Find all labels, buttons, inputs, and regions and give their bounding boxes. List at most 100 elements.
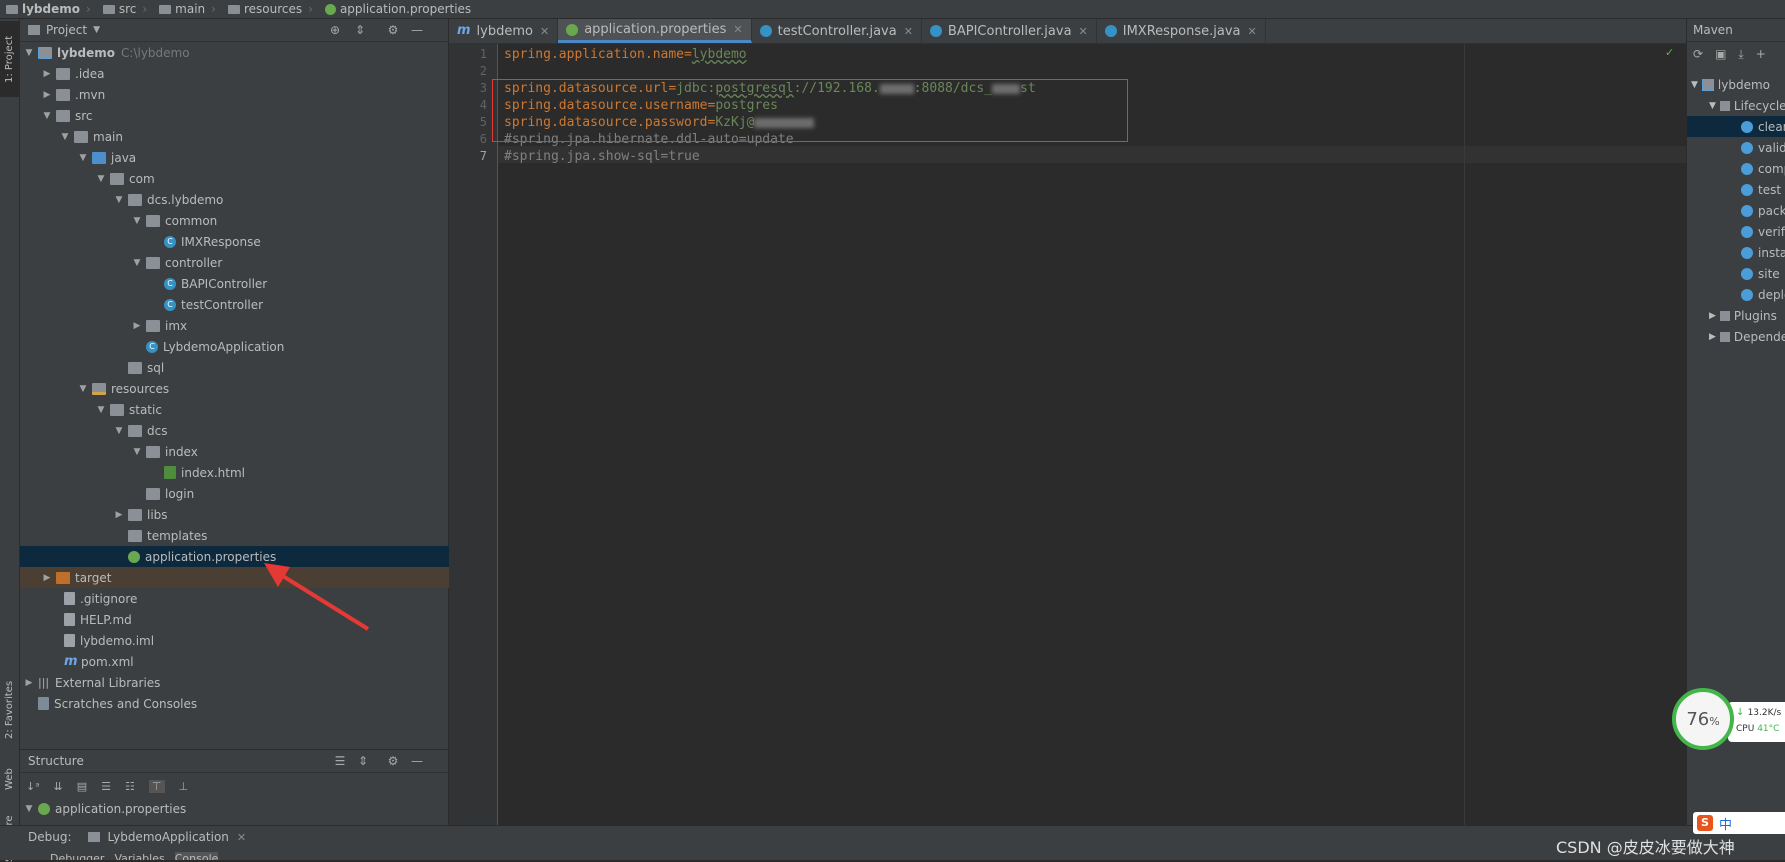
tree-item-java[interactable]: ▼ java (20, 147, 506, 168)
autoscroll-from-source-icon[interactable]: ⊥ (179, 780, 189, 793)
spring-properties-icon (128, 550, 140, 563)
resources-folder-icon (92, 382, 106, 395)
breadcrumb-main[interactable]: main › (153, 2, 216, 16)
tab-testcontroller[interactable]: testController.java ✕ (752, 19, 922, 43)
tree-item-mvn[interactable]: ▶ .mvn (20, 84, 470, 105)
expanded-arrow-icon: ▼ (133, 215, 141, 226)
system-monitor-widget[interactable]: ↓ 13.2K/s CPU 41°C 76% (1672, 688, 1785, 758)
tree-item-main[interactable]: ▼ main (20, 126, 488, 147)
editor-tab-bar: m lybdemo ✕ application.properties ✕ testCo… (449, 19, 1687, 44)
module-icon (38, 46, 52, 59)
breadcrumb-src[interactable]: src › (97, 2, 147, 16)
right-margin-guide (1464, 44, 1465, 825)
gear-icon (1741, 204, 1753, 217)
tool-tab-web[interactable]: Web (0, 759, 19, 799)
maven-goal-install[interactable]: instal (1687, 242, 1785, 263)
spring-properties-icon (38, 802, 50, 815)
tree-item-src[interactable]: ▼ src (20, 105, 470, 126)
tree-item-scratches[interactable]: Scratches and Consoles (20, 693, 462, 714)
gear-icon (1741, 288, 1753, 301)
show-fields-icon[interactable]: ▤ (77, 780, 87, 793)
maven-item-dependencies[interactable]: ▶ Depende (1687, 326, 1785, 347)
maven-goal-compile[interactable]: comp (1687, 158, 1785, 179)
breadcrumb-application-properties[interactable]: application.properties (319, 2, 471, 16)
structure-root-item[interactable]: ▼ application.properties (20, 798, 452, 819)
autoscroll-to-source-icon[interactable]: ⊤ (148, 779, 165, 793)
collapsed-arrow-icon: ▶ (43, 68, 51, 79)
maven-goal-clean[interactable]: clean (1687, 116, 1785, 137)
maven-item-lybdemo[interactable]: ▼ lybdemo (1687, 74, 1785, 95)
collapse-all-icon[interactable]: ⇕ (353, 23, 367, 37)
tab-imxresponse[interactable]: IMXResponse.java ✕ (1097, 19, 1266, 43)
expanded-arrow-icon: ▼ (1709, 100, 1716, 111)
tab-application-properties[interactable]: application.properties ✕ (558, 19, 752, 43)
maven-goal-deploy[interactable]: deplo (1687, 284, 1785, 305)
sort-alpha-icon[interactable]: ↓ᵃ (26, 780, 40, 793)
watermark: CSDN @皮皮冰要做大神 (1556, 838, 1735, 857)
tree-item-lybdemo-iml[interactable]: lybdemo.iml (20, 630, 488, 651)
close-icon[interactable]: ✕ (1079, 25, 1088, 38)
folder-icon (227, 4, 240, 14)
gear-icon (1741, 141, 1753, 154)
sort-visibility-icon[interactable]: ⇊ (54, 780, 63, 793)
gear-icon (1741, 267, 1753, 280)
collapse-all-icon[interactable]: ⇕ (356, 754, 370, 768)
project-panel: Project ▼ ⊕ ⇕ ⚙ — ▼ lybdemo C:\lybdemo ▶ .i… (20, 19, 552, 749)
minimize-icon[interactable]: — (410, 23, 424, 37)
folder-icon (128, 424, 142, 437)
project-view-selector[interactable]: Project (46, 23, 87, 37)
tree-item-help-md[interactable]: HELP.md (20, 609, 488, 630)
class-icon (929, 25, 942, 37)
tree-item-lybdemo[interactable]: ▼ lybdemo C:\lybdemo (20, 42, 452, 63)
inspection-ok-icon[interactable]: ✓ (1665, 46, 1674, 59)
close-icon[interactable]: ✕ (904, 25, 913, 38)
folder-icon (110, 403, 124, 416)
maven-goal-package[interactable]: packa (1687, 200, 1785, 221)
maven-item-plugins[interactable]: ▶ Plugins (1687, 305, 1785, 326)
close-icon[interactable]: ✕ (237, 831, 246, 844)
expand-icon[interactable]: ☰ (101, 780, 111, 793)
maven-goal-test[interactable]: test (1687, 179, 1785, 200)
close-icon[interactable]: ✕ (1248, 25, 1257, 38)
navigation-bar: lybdemo › src › main › resources › applicati… (0, 0, 1785, 19)
tree-item-target[interactable]: ▶ target (20, 567, 470, 588)
tree-item-gitignore[interactable]: .gitignore (20, 588, 488, 609)
structure-header: Structure ☰ ⇕ ⚙ — (20, 750, 448, 773)
maven-goal-validate[interactable]: valida (1687, 137, 1785, 158)
tab-bapicontroller[interactable]: BAPIController.java ✕ (922, 19, 1097, 43)
tab-lybdemo[interactable]: m lybdemo ✕ (449, 19, 559, 43)
gauge-percent: 76 (1686, 708, 1710, 730)
expanded-arrow-icon: ▼ (97, 404, 105, 415)
tree-item-pom-xml[interactable]: m pom.xml (20, 651, 488, 672)
collapsed-arrow-icon: ▶ (133, 320, 141, 331)
generate-sources-icon[interactable]: ▣ (1715, 47, 1726, 61)
package-icon (128, 193, 142, 206)
expand-all-icon[interactable]: ☰ (333, 754, 347, 768)
locate-icon[interactable]: ⊕ (328, 23, 342, 37)
class-icon (1104, 25, 1117, 37)
gear-icon[interactable]: ⚙ (386, 23, 400, 37)
tree-item-resources[interactable]: ▼ resources (20, 378, 506, 399)
package-icon (110, 172, 124, 185)
download-icon[interactable]: ⤓ (1738, 47, 1743, 62)
reload-icon[interactable]: ⟳ (1693, 47, 1703, 61)
ime-indicator[interactable]: S 中 (1693, 812, 1785, 834)
maven-toolbar: ⟳ ▣ ⤓ + (1687, 42, 1785, 66)
maven-item-lifecycle[interactable]: ▼ Lifecycle (1687, 95, 1785, 116)
minimize-icon[interactable]: — (410, 754, 424, 768)
tool-tab-favorites[interactable]: 2: Favorites (0, 669, 19, 751)
breadcrumb-resources[interactable]: resources › (222, 2, 313, 16)
tree-item-idea[interactable]: ▶ .idea (20, 63, 470, 84)
collapse-icon[interactable]: ☷ (125, 780, 135, 793)
tree-item-external-libraries[interactable]: ▶ ||| External Libraries (20, 672, 452, 693)
tool-tab-project[interactable]: 1: Project (0, 21, 19, 97)
close-icon[interactable]: ✕ (733, 23, 742, 36)
debug-config-tab[interactable]: LybdemoApplication (108, 830, 229, 844)
close-icon[interactable]: ✕ (540, 25, 549, 38)
gear-icon[interactable]: ⚙ (386, 754, 400, 768)
maven-goal-site[interactable]: site (1687, 263, 1785, 284)
add-icon[interactable]: + (1756, 47, 1766, 61)
breadcrumb-lybdemo[interactable]: lybdemo › (0, 2, 91, 16)
chevron-down-icon[interactable]: ▼ (93, 25, 100, 35)
maven-goal-verify[interactable]: verify (1687, 221, 1785, 242)
